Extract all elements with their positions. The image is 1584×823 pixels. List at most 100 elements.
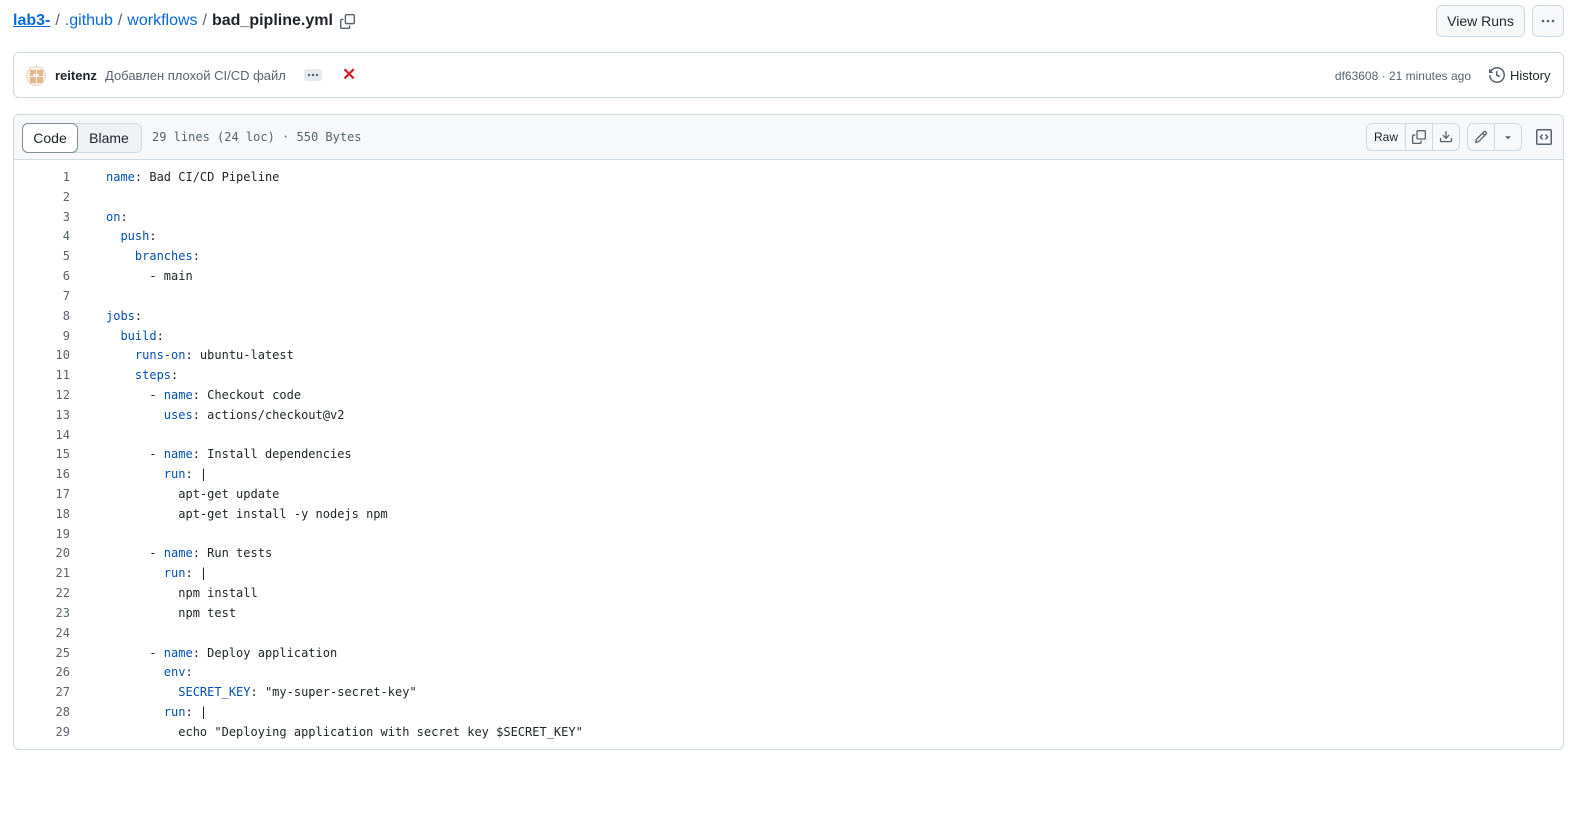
triangle-down-icon — [1505, 136, 1511, 140]
line-content: npm install — [106, 584, 257, 604]
yaml-value: : Deploy application — [192, 645, 338, 660]
commit-author-link[interactable]: reitenz — [55, 68, 97, 83]
line-number[interactable]: 26 — [14, 663, 70, 683]
code-line: 20 - name: Run tests — [14, 544, 1563, 564]
breadcrumb: lab3- / .github / workflows / bad_piplin… — [13, 12, 356, 30]
latest-commit-bar: reitenz Добавлен плохой CI/CD файл ✕ df6… — [13, 52, 1564, 98]
copy-raw-button[interactable] — [1406, 124, 1433, 150]
line-number[interactable]: 27 — [14, 683, 70, 703]
breadcrumb-separator: / — [202, 12, 207, 29]
x-icon[interactable]: ✕ — [342, 66, 356, 84]
line-number[interactable]: 10 — [14, 346, 70, 366]
yaml-key: on — [106, 209, 121, 224]
code-line: 1 name: Bad CI/CD Pipeline — [14, 168, 1563, 188]
yaml-value: : actions/checkout@v2 — [192, 407, 345, 422]
file-actions-group: Raw — [1366, 123, 1460, 151]
line-content: uses: actions/checkout@v2 — [106, 406, 345, 426]
line-number[interactable]: 18 — [14, 505, 70, 525]
expand-commit-message-button[interactable] — [304, 69, 322, 81]
line-content: run: | — [106, 465, 207, 485]
code-line: 4 push: — [14, 227, 1563, 247]
code-line: 10 runs-on: ubuntu-latest — [14, 346, 1563, 366]
line-content: name: Bad CI/CD Pipeline — [106, 168, 279, 188]
history-link[interactable]: History — [1489, 67, 1550, 83]
yaml-key: runs-on — [106, 348, 186, 363]
edit-file-button[interactable] — [1468, 124, 1495, 150]
more-edit-options-button[interactable] — [1495, 124, 1521, 150]
history-label: History — [1510, 67, 1551, 83]
line-number[interactable]: 16 — [14, 465, 70, 485]
code-line: 21 run: | — [14, 564, 1563, 584]
code-line: 12 - name: Checkout code — [14, 386, 1563, 406]
code-line: 5 branches: — [14, 247, 1563, 267]
yaml-key: SECRET_KEY — [106, 685, 251, 700]
symbols-panel-button[interactable] — [1530, 123, 1558, 151]
line-content: - name: Checkout code — [106, 386, 301, 406]
line-number[interactable]: 6 — [14, 267, 70, 287]
line-content: run: | — [106, 703, 207, 723]
commit-sha-time[interactable]: df63608 · 21 minutes ago — [1335, 69, 1471, 83]
yaml-key: run — [106, 467, 186, 482]
code-line: 28 run: | — [14, 703, 1563, 723]
line-number[interactable]: 2 — [14, 188, 70, 208]
yaml-key: jobs — [106, 308, 135, 323]
line-number[interactable]: 17 — [14, 485, 70, 505]
view-runs-button[interactable]: View Runs — [1436, 5, 1525, 37]
breadcrumb-repo-link[interactable]: lab3- — [13, 12, 50, 30]
yaml-key: steps — [106, 368, 172, 383]
yaml-key: name — [163, 447, 193, 462]
line-number[interactable]: 22 — [14, 584, 70, 604]
raw-button[interactable]: Raw — [1367, 124, 1406, 150]
yaml-value: : — [134, 308, 143, 323]
breadcrumb-github-link[interactable]: .github — [65, 12, 113, 30]
line-number[interactable]: 4 — [14, 227, 70, 247]
yaml-key: push — [106, 229, 150, 244]
breadcrumb-workflows-link[interactable]: workflows — [127, 12, 197, 30]
code-listing: 1 name: Bad CI/CD Pipeline 2 3 on: 4 push: 5 b… — [14, 168, 1563, 743]
line-number[interactable]: 8 — [14, 307, 70, 327]
yaml-key: run — [106, 704, 186, 719]
line-number[interactable]: 15 — [14, 445, 70, 465]
line-number[interactable]: 25 — [14, 644, 70, 664]
code-line: 7 — [14, 287, 1563, 307]
line-number[interactable]: 23 — [14, 604, 70, 624]
commit-message-link[interactable]: Добавлен плохой CI/CD файл — [105, 68, 286, 83]
line-number[interactable]: 5 — [14, 247, 70, 267]
copy-path-button[interactable] — [340, 13, 356, 29]
line-number[interactable]: 24 — [14, 624, 70, 644]
line-number[interactable]: 21 — [14, 564, 70, 584]
line-number[interactable]: 19 — [14, 525, 70, 545]
code-line: 24 — [14, 624, 1563, 644]
line-content: npm test — [106, 604, 236, 624]
code-line: 16 run: | — [14, 465, 1563, 485]
avatar[interactable] — [26, 66, 46, 86]
line-number[interactable]: 9 — [14, 327, 70, 347]
breadcrumb-separator: / — [117, 12, 123, 29]
line-content: - name: Run tests — [106, 544, 272, 564]
download-raw-button[interactable] — [1433, 124, 1459, 150]
yaml-value: : | — [185, 566, 208, 581]
line-content: apt-get update — [106, 485, 279, 505]
line-number[interactable]: 11 — [14, 366, 70, 386]
tab-blame[interactable]: Blame — [77, 124, 141, 152]
yaml-key: env — [106, 665, 186, 680]
line-number[interactable]: 13 — [14, 406, 70, 426]
line-number[interactable]: 14 — [14, 426, 70, 446]
line-number[interactable]: 28 — [14, 703, 70, 723]
line-number[interactable]: 7 — [14, 287, 70, 307]
code-line: 3 on: — [14, 208, 1563, 228]
line-number[interactable]: 1 — [14, 168, 70, 188]
yaml-key: branches — [106, 249, 193, 264]
line-number[interactable]: 29 — [14, 723, 70, 743]
line-number[interactable]: 20 — [14, 544, 70, 564]
more-options-button[interactable] — [1532, 5, 1564, 37]
line-number[interactable]: 12 — [14, 386, 70, 406]
code-line: 6 - main — [14, 267, 1563, 287]
line-number[interactable]: 3 — [14, 208, 70, 228]
line-content: on: — [106, 208, 128, 228]
yaml-key: build — [106, 328, 157, 343]
code-line: 2 — [14, 188, 1563, 208]
yaml-value: : — [185, 665, 193, 680]
tab-code[interactable]: Code — [22, 123, 78, 153]
code-line: 17 apt-get update — [14, 485, 1563, 505]
